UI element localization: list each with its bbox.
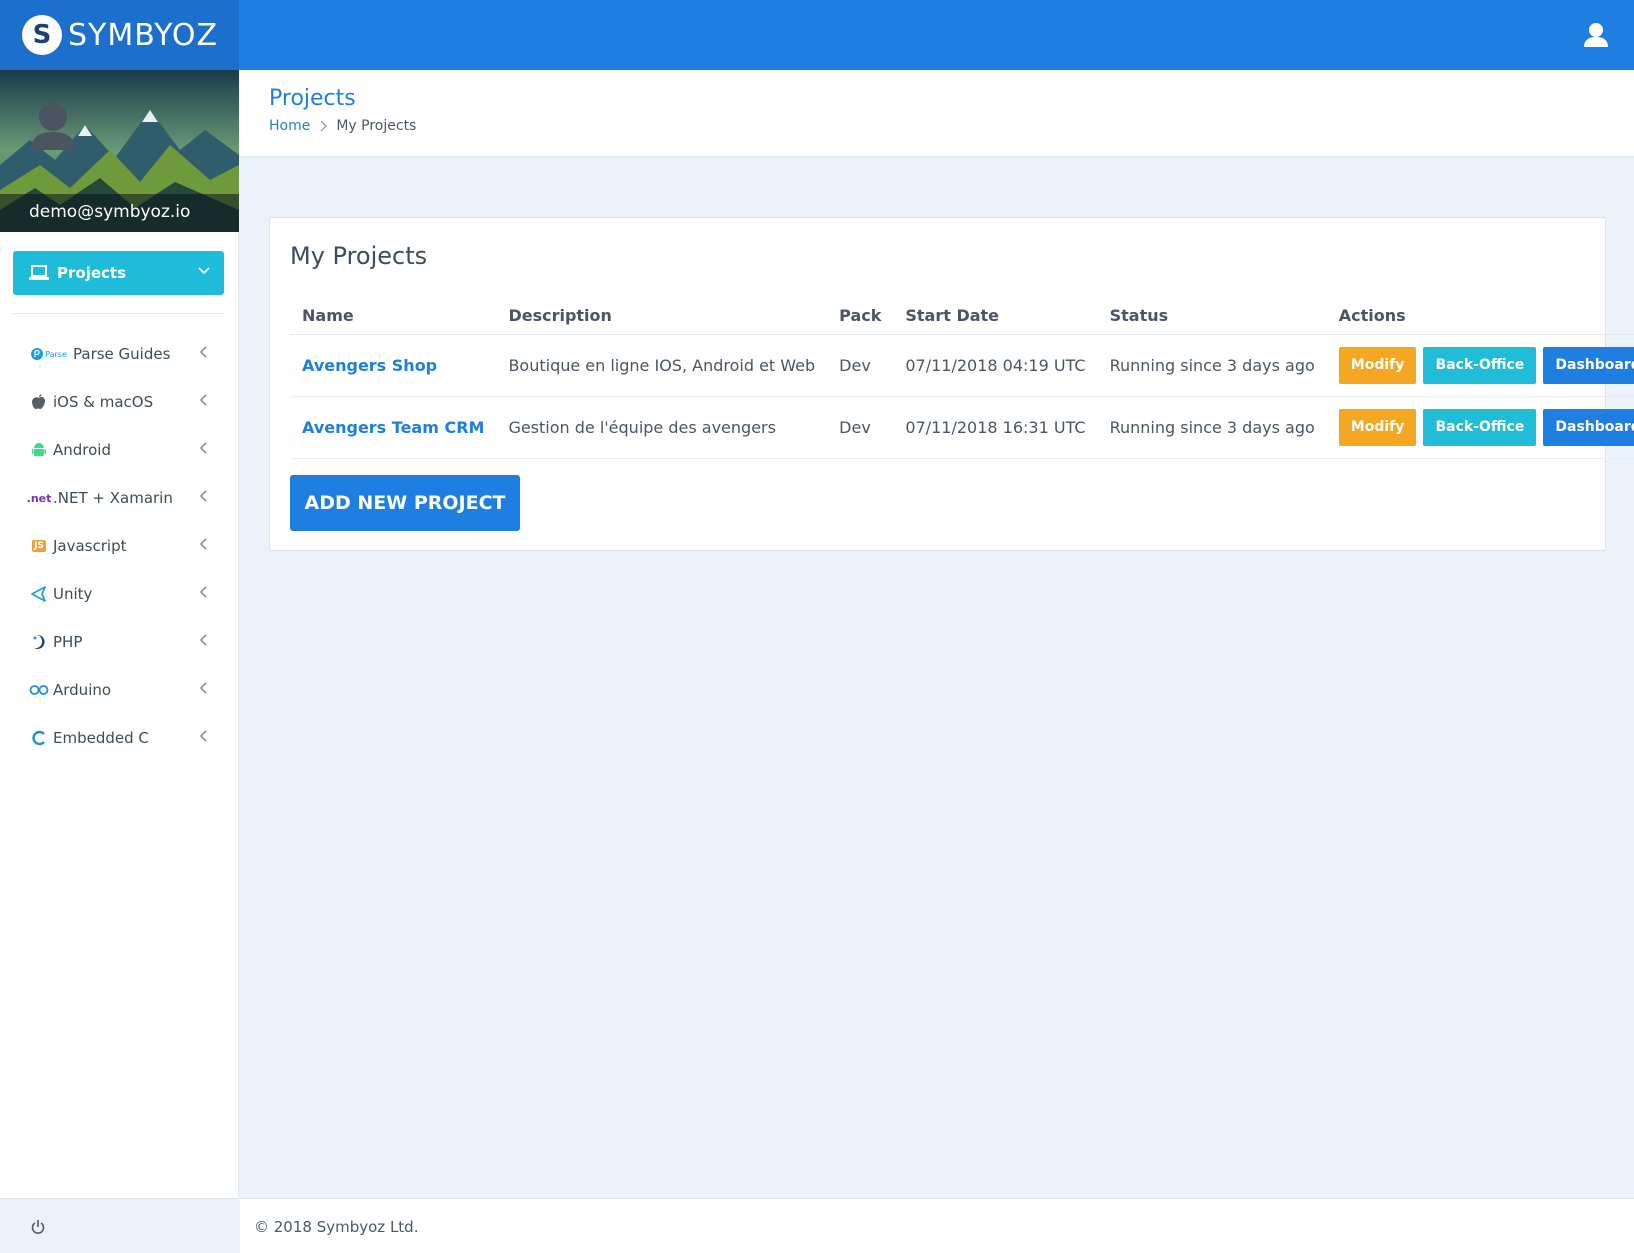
project-pack: Dev — [827, 396, 894, 459]
column-header: Description — [496, 298, 828, 335]
chevron-right-icon — [320, 120, 328, 132]
project-start-date: 07/11/2018 04:19 UTC — [893, 334, 1098, 397]
chevron-left-icon — [199, 634, 207, 646]
chevron-down-icon — [198, 267, 210, 275]
project-actions: Modify Back-Office Dashboard — [1326, 334, 1634, 397]
apple-icon — [28, 393, 50, 411]
sidebar-item-label: Arduino — [53, 681, 112, 699]
sidebar-item-php[interactable]: PHP — [0, 618, 239, 666]
profile-banner: demo@symbyoz.io — [0, 70, 239, 232]
table-row: Avengers Shop Boutique en ligne IOS, And… — [290, 334, 1634, 397]
parse-icon: Parse — [28, 345, 70, 363]
add-new-project-button[interactable]: ADD NEW PROJECT — [290, 475, 520, 531]
projects-card: My Projects Name Description Pack Start … — [269, 217, 1634, 551]
logo[interactable]: S SYMBYOZ — [0, 0, 239, 70]
arduino-icon — [28, 681, 50, 699]
table-header-row: Name Description Pack Start Date Status … — [290, 298, 1634, 335]
column-header: Name — [290, 298, 497, 335]
divider — [13, 313, 224, 314]
breadcrumb: Home My Projects — [269, 118, 416, 134]
sidebar-item-label: iOS & macOS — [53, 393, 154, 411]
card-title: My Projects — [290, 242, 428, 270]
page-header: Projects Home My Projects — [240, 70, 1634, 157]
sidebar-item-label: PHP — [53, 633, 83, 651]
page-title: Projects — [269, 86, 356, 111]
sidebar-item-dotnet-xamarin[interactable]: .net .NET + Xamarin — [0, 474, 239, 522]
chevron-left-icon — [199, 346, 207, 358]
dashboard-button[interactable]: Dashboard — [1543, 408, 1634, 446]
sidebar-item-label: Unity — [53, 585, 93, 603]
sidebar-item-projects[interactable]: Projects — [13, 251, 224, 295]
sidebar-item-unity[interactable]: Unity — [0, 570, 239, 618]
modify-button[interactable]: Modify — [1338, 346, 1417, 384]
chevron-left-icon — [199, 682, 207, 694]
chevron-left-icon — [199, 586, 207, 598]
chevron-left-icon — [199, 394, 207, 406]
chevron-left-icon — [199, 730, 207, 742]
project-actions: Modify Back-Office Dashboard — [1326, 396, 1634, 459]
sidebar-nav: Parse Parse Guides iOS & macOS Android .… — [0, 330, 239, 762]
sidebar-item-ios-macos[interactable]: iOS & macOS — [0, 378, 239, 426]
sidebar-item-embedded-c[interactable]: Embedded C — [0, 714, 239, 762]
dotnet-icon: .net — [26, 491, 52, 505]
project-description: Boutique en ligne IOS, Android et Web — [496, 334, 828, 397]
chevron-left-icon — [199, 490, 207, 502]
dashboard-button[interactable]: Dashboard — [1543, 346, 1634, 384]
top-bar: S SYMBYOZ — [0, 0, 1634, 70]
column-header: Status — [1097, 298, 1327, 335]
sidebar-item-android[interactable]: Android — [0, 426, 239, 474]
sidebar: demo@symbyoz.io Projects Parse Parse Gui… — [0, 70, 239, 1198]
c-icon — [28, 729, 50, 747]
breadcrumb-home-link[interactable]: Home — [269, 118, 310, 134]
project-description: Gestion de l'équipe des avengers — [496, 396, 828, 459]
project-status: Running since 3 days ago — [1097, 334, 1327, 397]
sidebar-item-parse-guides[interactable]: Parse Parse Guides — [0, 330, 239, 378]
logo-mark: S — [22, 15, 62, 55]
sidebar-item-javascript[interactable]: JS Javascript — [0, 522, 239, 570]
table-row: Avengers Team CRM Gestion de l'équipe de… — [290, 396, 1634, 459]
php-icon — [28, 633, 50, 651]
modify-button[interactable]: Modify — [1338, 408, 1417, 446]
column-header: Actions — [1326, 298, 1634, 335]
back-office-button[interactable]: Back-Office — [1423, 346, 1537, 384]
chevron-left-icon — [199, 538, 207, 550]
sidebar-item-label: .NET + Xamarin — [53, 489, 173, 507]
copyright-text: © 2018 Symbyoz Ltd. — [254, 1218, 419, 1236]
sidebar-item-label: Parse Guides — [73, 345, 171, 363]
sidebar-item-label: Embedded C — [53, 729, 149, 747]
page-footer: © 2018 Symbyoz Ltd. — [240, 1198, 1634, 1253]
sidebar-item-label: Javascript — [53, 537, 127, 555]
unity-icon — [28, 585, 50, 603]
project-status: Running since 3 days ago — [1097, 396, 1327, 459]
column-header: Pack — [827, 298, 894, 335]
chevron-left-icon — [199, 442, 207, 454]
column-header: Start Date — [893, 298, 1098, 335]
project-start-date: 07/11/2018 16:31 UTC — [893, 396, 1098, 459]
sidebar-item-label: Projects — [57, 264, 127, 282]
project-name-link[interactable]: Avengers Team CRM — [290, 396, 497, 459]
project-name-link[interactable]: Avengers Shop — [290, 334, 497, 397]
android-icon — [28, 441, 50, 459]
sidebar-item-arduino[interactable]: Arduino — [0, 666, 239, 714]
breadcrumb-current: My Projects — [336, 118, 417, 134]
javascript-icon: JS — [32, 540, 46, 552]
user-email: demo@symbyoz.io — [0, 194, 239, 232]
sidebar-item-label: Android — [53, 441, 111, 459]
logo-text: SYMBYOZ — [68, 17, 219, 53]
sidebar-footer — [0, 1198, 239, 1253]
user-menu-icon[interactable] — [1582, 22, 1610, 48]
projects-table: Name Description Pack Start Date Status … — [290, 298, 1634, 459]
laptop-icon — [29, 265, 49, 280]
power-icon[interactable] — [30, 1219, 46, 1235]
project-pack: Dev — [827, 334, 894, 397]
back-office-button[interactable]: Back-Office — [1423, 408, 1537, 446]
